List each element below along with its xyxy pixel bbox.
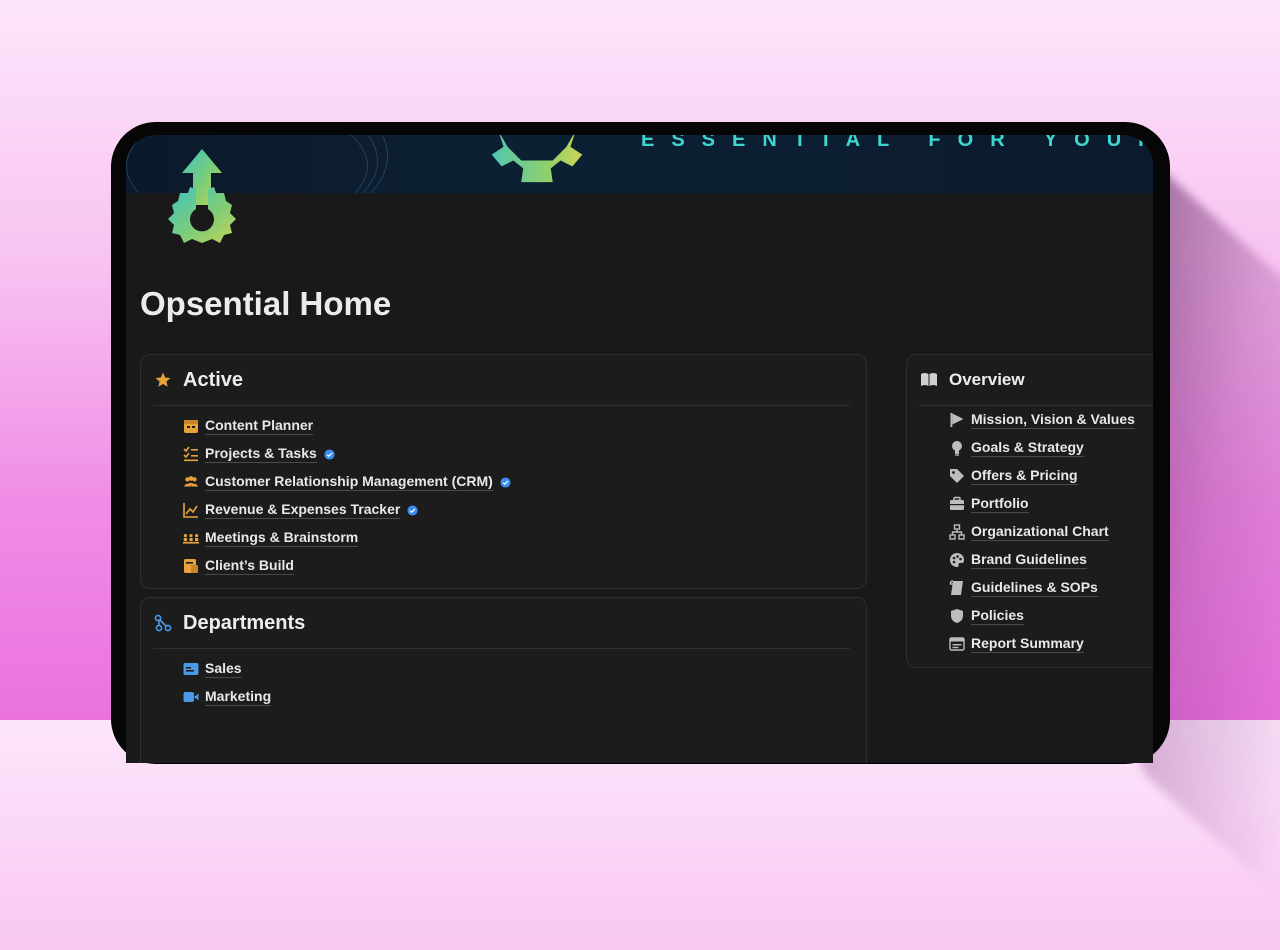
item-label: Content Planner [205,417,314,435]
star-icon [153,370,173,390]
cover-banner: ESSENTIAL FOR YOUR OPE [126,135,1153,193]
page-title: Opsential Home [140,285,392,322]
list-item[interactable]: Sales [183,655,866,683]
calendar-icon [183,418,199,434]
active-heading: Active [183,368,244,391]
list-item[interactable]: Marketing [183,683,866,711]
departments-heading: Departments [183,611,306,634]
org-chart-icon [949,524,965,540]
list-item[interactable]: Portfolio [949,490,1153,518]
flag-icon [949,412,965,428]
item-label: Projects & Tasks [205,445,317,463]
book-icon [919,370,939,390]
list-item[interactable]: Brand Guidelines [949,546,1153,574]
video-icon [183,689,199,705]
page-logo-icon[interactable] [166,147,238,245]
item-label: Portfolio [971,495,1029,513]
cover-gear-icon [491,135,583,183]
item-label: Meetings & Brainstorm [205,529,359,547]
list-item[interactable]: Policies [949,602,1153,630]
departments-card: Departments Sales Marketing [140,597,867,763]
overview-list: Mission, Vision & Values Goals & Strateg… [907,406,1153,658]
list-item[interactable]: Offers & Pricing [949,462,1153,490]
chart-icon [183,502,199,518]
overview-heading: Overview [949,370,1025,389]
overview-header: Overview [919,355,1153,406]
list-item[interactable]: Content Planner [183,412,866,440]
list-item[interactable]: Mission, Vision & Values [949,406,1153,434]
palette-icon [949,552,965,568]
active-header: Active [153,355,850,406]
scroll-icon [949,580,965,596]
tablet-frame: ESSENTIAL FOR YOUR OPE Opsential Home Ac… [112,123,1169,763]
list-item[interactable]: Meetings & Brainstorm [183,524,866,552]
card-icon [183,661,199,677]
list-item[interactable]: Guidelines & SOPs [949,574,1153,602]
item-label: Organizational Chart [971,523,1109,541]
item-label: Revenue & Expenses Tracker [205,501,401,519]
list-item[interactable]: Customer Relationship Management (CRM) [183,468,866,496]
departments-list: Sales Marketing [141,649,866,711]
verified-icon [324,448,335,460]
item-label: Report Summary [971,635,1084,653]
list-item[interactable]: Report Summary [949,630,1153,658]
checklist-icon [183,446,199,462]
lightbulb-icon [949,440,965,456]
item-label: Offers & Pricing [971,467,1078,485]
people-icon [183,474,199,490]
item-label: Guidelines & SOPs [971,579,1098,597]
notion-page[interactable]: ESSENTIAL FOR YOUR OPE Opsential Home Ac… [126,135,1153,763]
item-label: Client’s Build [205,557,294,575]
item-label: Sales [205,660,242,678]
cover-arc [126,135,368,193]
build-icon [183,558,199,574]
branch-icon [153,613,173,633]
shield-icon [949,608,965,624]
item-label: Goals & Strategy [971,439,1084,457]
verified-icon [500,476,511,488]
verified-icon [407,504,418,516]
item-label: Brand Guidelines [971,551,1087,569]
item-label: Mission, Vision & Values [971,411,1135,429]
departments-header: Departments [153,598,850,649]
item-label: Marketing [205,688,272,706]
item-label: Policies [971,607,1024,625]
briefcase-icon [949,496,965,512]
active-card: Active Content Planner Projects & Tasks … [140,354,867,589]
report-icon [949,636,965,652]
cover-tagline: ESSENTIAL FOR YOUR OPE [641,135,1153,151]
overview-card: Overview Mission, Vision & Values Goals … [906,354,1153,668]
list-item[interactable]: Revenue & Expenses Tracker [183,496,866,524]
meeting-icon [183,530,199,546]
item-label: Customer Relationship Management (CRM) [205,473,493,491]
active-list: Content Planner Projects & Tasks Custome… [141,406,866,580]
tag-icon [949,468,965,484]
list-item[interactable]: Projects & Tasks [183,440,866,468]
list-item[interactable]: Organizational Chart [949,518,1153,546]
list-item[interactable]: Goals & Strategy [949,434,1153,462]
list-item[interactable]: Client’s Build [183,552,866,580]
